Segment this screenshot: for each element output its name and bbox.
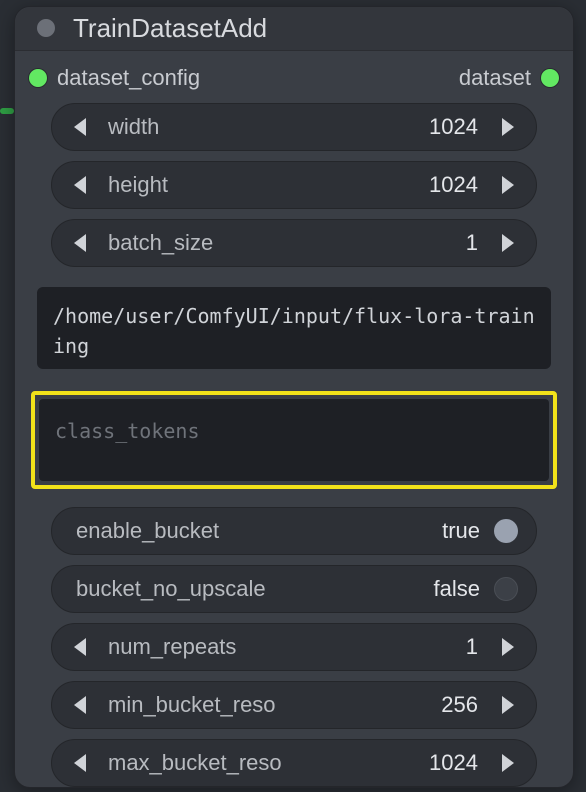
output-slot-dataset[interactable]: dataset: [459, 65, 559, 91]
slot-dot-icon[interactable]: [29, 69, 47, 87]
input-slot-label: dataset_config: [57, 65, 200, 91]
widget-label: num_repeats: [104, 634, 458, 660]
node-title: TrainDatasetAdd: [73, 13, 267, 44]
widget-value: 1024: [429, 172, 484, 198]
class-tokens-placeholder: class_tokens: [55, 419, 200, 443]
increment-button[interactable]: [492, 681, 522, 729]
widget-height[interactable]: height 1024: [51, 161, 537, 209]
widget-value: 1: [466, 230, 484, 256]
chevron-right-icon: [498, 637, 516, 657]
decrement-button[interactable]: [66, 161, 96, 209]
widget-enable-bucket[interactable]: enable_bucket true: [51, 507, 537, 555]
lower-widgets: enable_bucket true bucket_no_upscale fal…: [15, 501, 573, 787]
slot-row: dataset_config dataset: [15, 51, 573, 101]
widget-value: 1024: [429, 750, 484, 776]
decrement-button[interactable]: [66, 739, 96, 787]
widget-num-repeats[interactable]: num_repeats 1: [51, 623, 537, 671]
widget-value: 1: [466, 634, 484, 660]
chevron-right-icon: [498, 175, 516, 195]
widget-label: batch_size: [104, 230, 458, 256]
output-slot-label: dataset: [459, 65, 531, 91]
dataset-path-field[interactable]: /home/user/ComfyUI/input/flux-lora-train…: [37, 287, 551, 369]
widget-value: 256: [441, 692, 484, 718]
increment-button[interactable]: [492, 623, 522, 671]
node-train-dataset-add: TrainDatasetAdd dataset_config dataset w…: [14, 6, 574, 788]
widget-label: width: [104, 114, 421, 140]
chevron-left-icon: [72, 637, 90, 657]
toggle-thumb-icon[interactable]: [494, 519, 518, 543]
widget-label: min_bucket_reso: [104, 692, 433, 718]
decrement-button[interactable]: [66, 219, 96, 267]
incoming-edge: [0, 108, 14, 114]
increment-button[interactable]: [492, 103, 522, 151]
increment-button[interactable]: [492, 739, 522, 787]
chevron-left-icon: [72, 233, 90, 253]
decrement-button[interactable]: [66, 681, 96, 729]
node-header[interactable]: TrainDatasetAdd: [15, 7, 573, 51]
widget-min-bucket-reso[interactable]: min_bucket_reso 256: [51, 681, 537, 729]
widget-max-bucket-reso[interactable]: max_bucket_reso 1024: [51, 739, 537, 787]
chevron-right-icon: [498, 117, 516, 137]
chevron-left-icon: [72, 695, 90, 715]
slot-dot-icon[interactable]: [541, 69, 559, 87]
widget-value: 1024: [429, 114, 484, 140]
increment-button[interactable]: [492, 161, 522, 209]
collapse-dot-icon[interactable]: [37, 19, 55, 37]
widget-label: max_bucket_reso: [104, 750, 421, 776]
toggle-value: false: [434, 576, 480, 602]
widget-bucket-no-upscale[interactable]: bucket_no_upscale false: [51, 565, 537, 613]
widget-label: enable_bucket: [70, 518, 434, 544]
widget-batch-size[interactable]: batch_size 1: [51, 219, 537, 267]
widget-width[interactable]: width 1024: [51, 103, 537, 151]
widget-label: height: [104, 172, 421, 198]
chevron-right-icon: [498, 695, 516, 715]
class-tokens-field[interactable]: class_tokens: [39, 399, 549, 481]
decrement-button[interactable]: [66, 623, 96, 671]
input-slot-dataset-config[interactable]: dataset_config: [29, 65, 200, 91]
decrement-button[interactable]: [66, 103, 96, 151]
class-tokens-highlight: class_tokens: [31, 391, 557, 489]
chevron-left-icon: [72, 175, 90, 195]
chevron-right-icon: [498, 233, 516, 253]
toggle-thumb-icon[interactable]: [494, 577, 518, 601]
chevron-left-icon: [72, 753, 90, 773]
increment-button[interactable]: [492, 219, 522, 267]
chevron-left-icon: [72, 117, 90, 137]
toggle-value: true: [442, 518, 480, 544]
widget-label: bucket_no_upscale: [70, 576, 426, 602]
chevron-right-icon: [498, 753, 516, 773]
upper-widgets: width 1024 height 1024 batch_size 1: [15, 101, 573, 267]
